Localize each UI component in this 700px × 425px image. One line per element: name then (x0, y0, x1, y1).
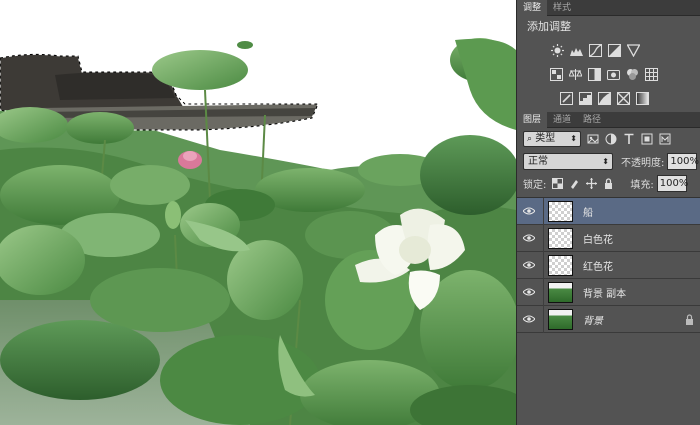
tab-layers[interactable]: 图层 (517, 112, 548, 128)
layer-thumbnail (548, 200, 573, 222)
lock-pixels-icon[interactable] (569, 178, 580, 189)
exposure-icon[interactable] (608, 43, 621, 57)
hue-saturation-icon[interactable] (550, 67, 563, 81)
lock-transparency-icon[interactable] (552, 177, 564, 189)
layer-name[interactable]: 背景 (583, 312, 603, 327)
levels-icon[interactable] (570, 44, 583, 57)
posterize-icon[interactable] (579, 91, 592, 105)
adjustments-panel: 调整 样式 添加调整 (517, 0, 700, 110)
layer-thumbnail (548, 281, 573, 303)
chevron-updown-icon: ⬍ (602, 156, 609, 166)
adjustment-icons-row-1 (517, 38, 700, 62)
lock-icons-group (552, 177, 614, 189)
invert-icon[interactable] (560, 91, 573, 105)
blend-mode-value: 正常 (528, 155, 548, 167)
shape-filter-icon[interactable] (641, 133, 653, 145)
lock-all-icon[interactable] (603, 177, 614, 189)
visibility-eye-icon[interactable] (521, 198, 537, 225)
fill-input[interactable]: 100% (656, 174, 688, 192)
layers-tabbar: 图层 通道 路径 (517, 112, 700, 128)
adjustment-icons-row-3 (517, 86, 700, 110)
search-icon: ⌕ (527, 134, 533, 144)
layer-name[interactable]: 红色花 (583, 258, 613, 273)
row-separator (543, 305, 544, 333)
color-balance-icon[interactable] (569, 68, 582, 81)
layer-name[interactable]: 背景 副本 (583, 285, 626, 300)
visibility-eye-icon[interactable] (521, 225, 537, 252)
right-panel-dock: 调整 样式 添加调整 图层 通道 路径 ⌕ 类型 ⬍ 正常 ⬍ 不透明度: 10… (516, 0, 700, 425)
lock-icon (685, 314, 694, 325)
layer-filter-row: ⌕ 类型 ⬍ (517, 128, 700, 150)
color-lookup-icon[interactable] (645, 67, 658, 81)
lock-fill-row: 锁定: 填充: 100% (517, 172, 700, 194)
lotus-pond-photo (0, 0, 516, 425)
lock-position-icon[interactable] (586, 177, 598, 189)
document-canvas[interactable] (0, 0, 516, 425)
visibility-eye-icon[interactable] (521, 252, 537, 279)
layer-thumbnail (548, 308, 573, 330)
row-separator (543, 224, 544, 252)
layer-name[interactable]: 船 (583, 204, 593, 219)
gradient-map-icon[interactable] (636, 91, 649, 105)
smart-object-filter-icon[interactable] (659, 133, 671, 145)
add-adjustment-title: 添加调整 (527, 20, 571, 33)
fill-label: 填充: (630, 179, 654, 191)
adjustment-filter-icon[interactable] (605, 133, 617, 145)
visibility-eye-icon[interactable] (521, 306, 537, 333)
layer-row[interactable]: 船 (517, 197, 700, 225)
row-separator (543, 251, 544, 279)
kind-filter-dropdown[interactable]: ⌕ 类型 ⬍ (523, 131, 581, 147)
row-separator (543, 278, 544, 306)
threshold-icon[interactable] (598, 91, 611, 105)
vibrance-icon[interactable] (627, 43, 640, 57)
opacity-input[interactable]: 100% (667, 152, 699, 170)
layer-list: 船 白色花 红色花 背景 副本 背景 (517, 197, 700, 333)
layer-row[interactable]: 背景 副本 (517, 278, 700, 306)
type-filter-icon[interactable] (623, 133, 635, 145)
blend-opacity-row: 正常 ⬍ 不透明度: 100% (517, 150, 700, 172)
lock-label: 锁定: (523, 179, 547, 191)
visibility-eye-icon[interactable] (521, 279, 537, 306)
pink-lotus (178, 151, 202, 169)
adjustments-tabbar: 调整 样式 (517, 0, 700, 16)
adjustment-icons-row-2 (517, 62, 700, 86)
tab-paths[interactable]: 路径 (577, 112, 607, 128)
layer-name[interactable]: 白色花 (583, 231, 613, 246)
tab-channels[interactable]: 通道 (547, 112, 577, 128)
channel-mixer-icon[interactable] (626, 68, 639, 81)
tab-adjustments[interactable]: 调整 (517, 0, 548, 16)
blend-mode-dropdown[interactable]: 正常 ⬍ (523, 152, 613, 170)
tab-styles[interactable]: 样式 (547, 0, 577, 16)
chevron-down-icon: ⬍ (570, 134, 577, 143)
opacity-label: 不透明度: (621, 157, 665, 169)
curves-icon[interactable] (589, 43, 602, 57)
pixel-filter-icon[interactable] (587, 133, 599, 145)
kind-filter-value: 类型 (535, 133, 556, 144)
layers-panel: 图层 通道 路径 ⌕ 类型 ⬍ 正常 ⬍ 不透明度: 100% 锁定: 填充: … (517, 112, 700, 425)
black-white-icon[interactable] (588, 67, 601, 81)
layer-row[interactable]: 白色花 (517, 224, 700, 252)
brightness-contrast-icon[interactable] (551, 43, 564, 57)
photo-filter-icon[interactable] (607, 68, 620, 81)
selective-color-icon[interactable] (617, 91, 630, 105)
layer-row[interactable]: 背景 (517, 305, 700, 333)
layer-thumbnail (548, 254, 573, 276)
row-separator (543, 197, 544, 225)
layer-row[interactable]: 红色花 (517, 251, 700, 279)
layer-thumbnail (548, 227, 573, 249)
